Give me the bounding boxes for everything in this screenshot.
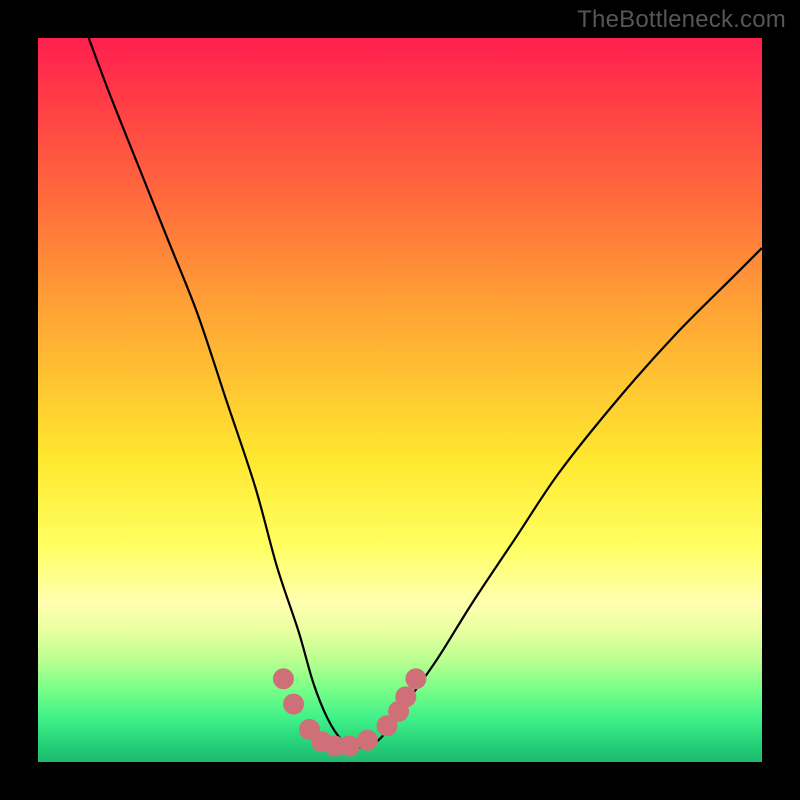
trough-dot (395, 686, 416, 707)
trough-dot (273, 668, 294, 689)
curve-svg (38, 38, 762, 762)
bottleneck-curve (89, 38, 762, 748)
trough-dot (283, 694, 304, 715)
chart-frame: TheBottleneck.com (0, 0, 800, 800)
trough-dot (357, 730, 378, 751)
trough-dot (339, 736, 360, 757)
plot-area (38, 38, 762, 762)
watermark-label: TheBottleneck.com (577, 6, 786, 34)
trough-markers (273, 668, 426, 756)
trough-dot (405, 668, 426, 689)
